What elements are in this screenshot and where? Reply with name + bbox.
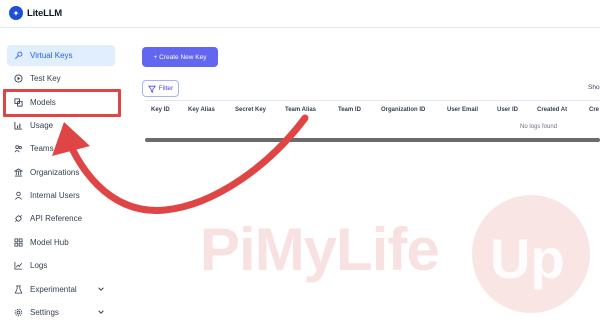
bank-icon	[14, 168, 23, 177]
sidebar-item-teams[interactable]: Teams	[7, 138, 115, 159]
sidebar-item-label: Teams	[30, 144, 54, 153]
column-header[interactable]: Team Alias	[285, 107, 316, 113]
sidebar-item-label: Organizations	[30, 168, 80, 177]
sidebar-item-label: Test Key	[30, 74, 61, 83]
settings-icon	[14, 308, 23, 317]
chevron-down-icon	[98, 287, 104, 291]
sidebar-item-label: Model Hub	[30, 238, 69, 247]
sidebar-item-api-reference[interactable]: API Reference	[7, 208, 115, 229]
app-name: LiteLLM	[27, 7, 63, 19]
sidebar-item-virtual-keys[interactable]: Virtual Keys	[7, 45, 115, 66]
table-scrollbar[interactable]	[145, 138, 600, 142]
column-header[interactable]: Secret Key	[235, 107, 266, 113]
create-new-key-button[interactable]: + Create New Key	[142, 47, 218, 67]
sidebar-item-label: Virtual Keys	[30, 51, 73, 60]
sidebar-item-label: API Reference	[30, 214, 83, 223]
sidebar-item-label: Experimental	[30, 285, 77, 294]
sidebar-item-label: Settings	[30, 308, 59, 317]
filter-icon	[147, 85, 156, 93]
sidebar-item-logs[interactable]: Logs	[7, 255, 115, 276]
grid-icon	[14, 238, 23, 247]
app-logo[interactable]: ✦ LiteLLM	[9, 6, 62, 20]
column-header[interactable]: Key Alias	[188, 107, 215, 113]
empty-state-text: No logs found	[520, 124, 558, 130]
top-bar: ✦ LiteLLM	[0, 0, 600, 28]
column-header[interactable]: User ID	[497, 107, 518, 113]
sidebar-item-model-hub[interactable]: Model Hub	[7, 232, 115, 253]
team-icon	[14, 144, 23, 153]
sidebar-item-label: Usage	[30, 121, 54, 130]
sidebar-item-usage[interactable]: Usage	[7, 115, 115, 136]
sidebar-item-label: Internal Users	[30, 191, 80, 200]
litellm-logo-icon: ✦	[9, 6, 23, 20]
key-icon	[14, 51, 23, 60]
watermark-badge-text: Up	[490, 227, 565, 290]
api-icon	[14, 214, 23, 223]
keys-table: Key ID Key Alias Secret Key Team Alias T…	[145, 100, 600, 142]
filter-button[interactable]: Filter	[142, 80, 179, 97]
annotation-highlight-box	[3, 89, 121, 117]
sidebar-item-organizations[interactable]: Organizations	[7, 162, 115, 183]
column-header[interactable]: User Email	[447, 107, 478, 113]
sidebar-item-settings[interactable]: Settings	[7, 302, 115, 323]
sidebar-item-experimental[interactable]: Experimental	[7, 279, 115, 300]
column-header[interactable]: Cre	[589, 107, 599, 113]
column-header[interactable]: Created At	[537, 107, 567, 113]
experiment-icon	[14, 285, 23, 294]
filter-label: Filter	[158, 85, 174, 92]
sidebar-item-label: Logs	[30, 261, 48, 270]
sidebar-item-internal-users[interactable]: Internal Users	[7, 185, 115, 206]
user-icon	[14, 191, 23, 200]
line-chart-icon	[14, 261, 23, 270]
column-header[interactable]: Key ID	[151, 107, 170, 113]
column-header[interactable]: Team ID	[338, 107, 361, 113]
bar-chart-icon	[14, 121, 23, 130]
sidebar-item-test-key[interactable]: Test Key	[7, 68, 115, 89]
chevron-down-icon	[98, 310, 104, 314]
watermark-text: PiMyLife	[200, 216, 440, 283]
column-header[interactable]: Organization ID	[381, 107, 425, 113]
play-circle-icon	[14, 74, 23, 83]
show-columns-label[interactable]: Sho	[588, 84, 600, 91]
sidebar: Virtual Keys Test Key Models Usage Teams…	[0, 28, 125, 330]
